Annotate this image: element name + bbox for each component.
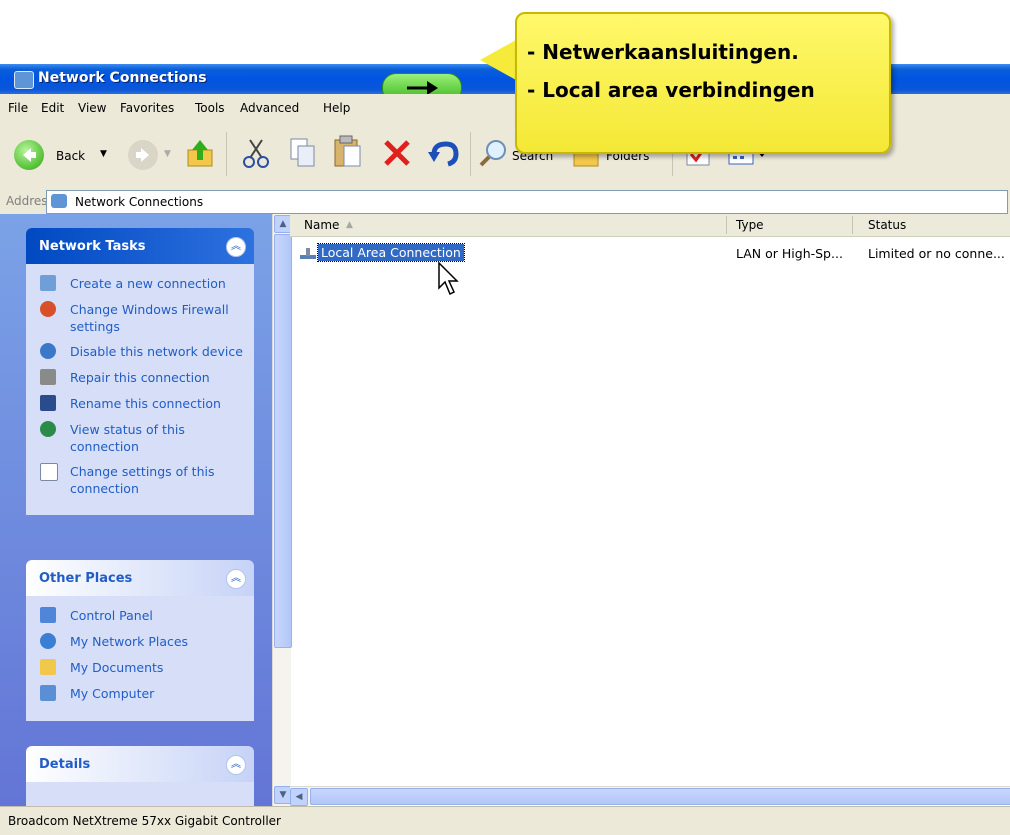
horizontal-scroll-thumb[interactable] <box>310 788 1010 805</box>
network-tasks-header[interactable]: Network Tasks ︽ <box>26 228 254 264</box>
scroll-thumb[interactable] <box>274 234 292 648</box>
up-folder-icon[interactable] <box>184 138 218 174</box>
task-label[interactable]: Rename this connection <box>70 396 221 411</box>
list-horizontal-scrollbar[interactable]: ◀ <box>290 786 1010 806</box>
status-text: Broadcom NetXtreme 57xx Gigabit Controll… <box>8 814 281 828</box>
details-title: Details <box>39 757 91 772</box>
place-label[interactable]: My Documents <box>70 660 163 675</box>
annotation-callout: - Netwerkaansluitingen. - Local area ver… <box>515 12 891 154</box>
back-label[interactable]: Back <box>56 149 85 163</box>
sort-up-icon: ▲ <box>346 220 353 230</box>
place-control-panel[interactable]: Control Panel <box>26 607 254 625</box>
forward-dropdown-icon[interactable]: ▼ <box>164 149 171 159</box>
details-header[interactable]: Details ︽ <box>26 746 254 782</box>
paste-icon[interactable] <box>332 134 364 174</box>
row-type: LAN or High-Sp... <box>736 246 843 261</box>
menu-help[interactable]: Help <box>323 101 350 115</box>
callout-line-1: - Netwerkaansluitingen. <box>527 40 799 64</box>
place-label[interactable]: Control Panel <box>70 608 153 623</box>
column-status[interactable]: Status <box>868 218 906 232</box>
list-header: Name ▲ Type Status <box>290 214 1010 237</box>
computer-icon <box>40 685 56 701</box>
lan-connection-icon[interactable] <box>300 246 318 260</box>
documents-folder-icon <box>40 659 56 675</box>
task-repair-connection[interactable]: Repair this connection <box>26 369 254 387</box>
menu-view[interactable]: View <box>78 101 106 115</box>
task-pane-scrollbar[interactable]: ▲ ▼ <box>272 214 292 806</box>
task-firewall-settings[interactable]: Change Windows Firewall settings <box>26 301 254 335</box>
task-pane: Network Tasks ︽ Create a new connection … <box>0 214 272 806</box>
forward-icon[interactable] <box>128 140 158 170</box>
view-status-icon <box>40 421 56 437</box>
place-my-network-places[interactable]: My Network Places <box>26 633 254 651</box>
task-rename-connection[interactable]: Rename this connection <box>26 395 254 413</box>
callout-pointer <box>480 40 516 80</box>
window-title: Network Connections <box>38 70 207 86</box>
place-label[interactable]: My Network Places <box>70 634 188 649</box>
task-create-connection[interactable]: Create a new connection <box>26 275 254 293</box>
network-connections-icon <box>14 71 34 89</box>
address-bar: Address Network Connections <box>0 188 1010 215</box>
address-value[interactable]: Network Connections <box>75 195 203 209</box>
task-disable-device[interactable]: Disable this network device <box>26 343 254 361</box>
status-bar: Broadcom NetXtreme 57xx Gigabit Controll… <box>0 806 1010 835</box>
firewall-icon <box>40 301 56 317</box>
other-places-title: Other Places <box>39 571 133 586</box>
row-local-area-connection[interactable]: Local Area Connection <box>317 243 465 262</box>
address-field[interactable]: Network Connections <box>46 190 1008 214</box>
menu-file[interactable]: File <box>8 101 28 115</box>
details-panel: Details ︽ <box>26 746 254 806</box>
scroll-left-icon[interactable]: ◀ <box>290 788 308 806</box>
other-places-panel: Other Places ︽ Control Panel My Network … <box>26 560 254 721</box>
task-label[interactable]: Change settings of this connection <box>70 464 214 496</box>
column-name[interactable]: Name <box>304 218 339 232</box>
network-tasks-title: Network Tasks <box>39 239 146 254</box>
new-connection-icon <box>40 275 56 291</box>
task-label[interactable]: Change Windows Firewall settings <box>70 302 229 334</box>
mouse-pointer-icon <box>438 261 462 302</box>
collapse-icon[interactable]: ︽ <box>226 755 246 775</box>
task-change-settings[interactable]: Change settings of this connection <box>26 463 254 497</box>
menu-tools[interactable]: Tools <box>195 101 225 115</box>
callout-line-2: - Local area verbindingen <box>527 78 815 102</box>
back-icon[interactable] <box>14 140 44 170</box>
network-tasks-panel: Network Tasks ︽ Create a new connection … <box>26 228 254 515</box>
menu-favorites[interactable]: Favorites <box>120 101 174 115</box>
task-label[interactable]: Repair this connection <box>70 370 210 385</box>
task-label[interactable]: View status of this connection <box>70 422 185 454</box>
place-my-computer[interactable]: My Computer <box>26 685 254 703</box>
rename-icon <box>40 395 56 411</box>
search-icon[interactable] <box>478 138 510 172</box>
menu-edit[interactable]: Edit <box>41 101 64 115</box>
repair-wrench-icon <box>40 369 56 385</box>
row-status: Limited or no conne... <box>868 246 1005 261</box>
menu-advanced[interactable]: Advanced <box>240 101 299 115</box>
undo-icon[interactable] <box>426 138 460 172</box>
task-view-status[interactable]: View status of this connection <box>26 421 254 455</box>
other-places-header[interactable]: Other Places ︽ <box>26 560 254 596</box>
task-label[interactable]: Disable this network device <box>70 344 243 359</box>
control-panel-icon <box>40 607 56 623</box>
network-places-icon <box>40 633 56 649</box>
disable-network-icon <box>40 343 56 359</box>
copy-icon[interactable] <box>288 136 318 174</box>
collapse-icon[interactable]: ︽ <box>226 569 246 589</box>
cut-icon[interactable] <box>240 136 272 174</box>
place-label[interactable]: My Computer <box>70 686 154 701</box>
network-connections-icon <box>51 194 67 208</box>
back-dropdown-icon[interactable]: ▼ <box>100 149 107 159</box>
delete-icon[interactable] <box>382 138 412 172</box>
collapse-icon[interactable]: ︽ <box>226 237 246 257</box>
task-label[interactable]: Create a new connection <box>70 276 226 291</box>
settings-check-icon <box>40 463 58 481</box>
column-type[interactable]: Type <box>736 218 764 232</box>
place-my-documents[interactable]: My Documents <box>26 659 254 677</box>
